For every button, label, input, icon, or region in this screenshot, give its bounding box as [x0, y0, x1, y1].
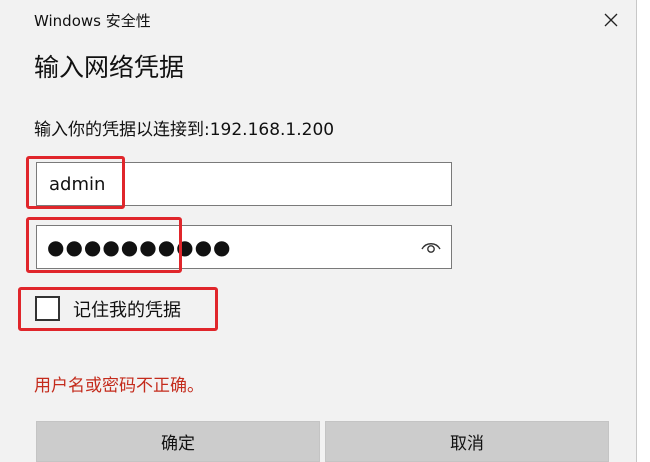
cancel-button[interactable]: 取消	[325, 421, 609, 462]
ok-button[interactable]: 确定	[36, 421, 320, 462]
username-field[interactable]: admin	[36, 162, 452, 206]
close-icon	[604, 13, 618, 27]
eye-icon[interactable]	[419, 236, 443, 258]
close-button[interactable]	[596, 6, 626, 34]
credential-dialog: Windows 安全性 输入网络凭据 输入你的凭据以连接到:192.168.1.…	[0, 0, 637, 462]
dialog-heading: 输入网络凭据	[34, 53, 185, 82]
window-title: Windows 安全性	[34, 12, 151, 30]
dialog-description: 输入你的凭据以连接到:192.168.1.200	[34, 120, 335, 140]
remember-checkbox[interactable]	[35, 296, 60, 321]
background-edge	[637, 0, 650, 462]
error-message: 用户名或密码不正确。	[34, 376, 204, 396]
username-value: admin	[49, 173, 106, 195]
password-field[interactable]: ●●●●●●●●●●	[36, 225, 452, 269]
password-masked-value: ●●●●●●●●●●	[47, 235, 232, 259]
remember-label[interactable]: 记住我的凭据	[73, 296, 181, 322]
